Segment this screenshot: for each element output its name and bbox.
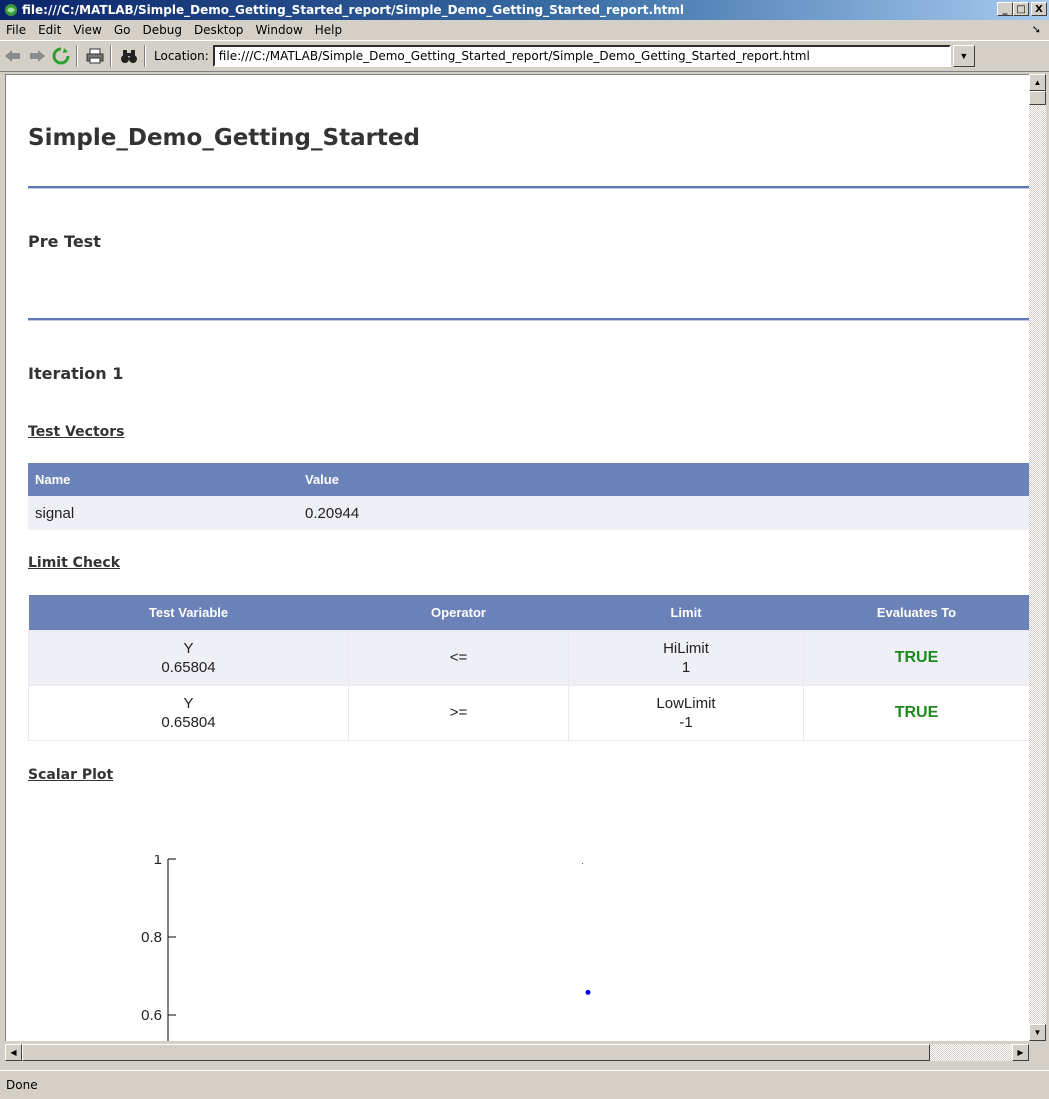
maximize-button[interactable]: □ [1013, 2, 1029, 16]
location-dropdown-button[interactable]: ▼ [952, 45, 975, 67]
menu-go[interactable]: Go [108, 23, 137, 37]
back-button[interactable] [2, 45, 24, 67]
browser-app-icon [3, 2, 19, 18]
operator-cell: >= [348, 684, 569, 741]
forward-arrow-icon [30, 50, 45, 62]
dock-arrow-icon[interactable]: ➘ [1032, 23, 1041, 36]
column-header-operator: Operator [348, 595, 569, 630]
limit-value: 1 [681, 658, 691, 676]
limit-name: HiLimit [663, 639, 709, 657]
status-bar: Done [0, 1070, 1049, 1099]
table-cell: LowLimit -1 [568, 684, 804, 741]
result-cell: TRUE [803, 684, 1029, 741]
table-header-row: Test Variable Operator Limit Evaluates T… [28, 595, 1029, 630]
limit-value: -1 [679, 713, 693, 731]
horizontal-scrollbar[interactable]: ◀ ▶ [5, 1044, 1029, 1061]
menu-edit[interactable]: Edit [32, 23, 67, 37]
test-variable-value: 0.65804 [161, 713, 216, 731]
test-variable-name: Y [183, 694, 194, 712]
location-label: Location: [154, 49, 209, 63]
y-tick-label: 0.6 [141, 1007, 162, 1024]
scroll-down-button[interactable]: ▼ [1029, 1024, 1046, 1041]
toolbar: Location: file:///C:/MATLAB/Simple_Demo_… [0, 40, 1049, 72]
scrollbar-thumb[interactable] [1029, 91, 1046, 105]
y-tick-label: 1 [154, 855, 162, 868]
vertical-scrollbar[interactable]: ▲ ▼ [1029, 74, 1046, 1041]
table-cell: HiLimit 1 [568, 629, 804, 686]
column-header-value: Value [298, 463, 1029, 496]
iteration-heading: Iteration 1 [28, 364, 124, 383]
window-controls: _ □ X [997, 2, 1047, 16]
scroll-down-icon: ▼ [1033, 1028, 1042, 1037]
scrollbar-thumb[interactable] [22, 1044, 930, 1061]
page-title: Simple_Demo_Getting_Started [28, 125, 420, 151]
forward-button[interactable] [26, 45, 48, 67]
back-arrow-icon [5, 50, 20, 62]
y-tick-label: 0.8 [141, 929, 162, 946]
table-header-row: Name Value [28, 463, 1029, 496]
minimize-button[interactable]: _ [997, 2, 1013, 16]
scroll-right-button[interactable]: ▶ [1012, 1044, 1029, 1061]
column-header-test-variable: Test Variable [28, 595, 349, 630]
table-row: Y 0.65804 >= LowLimit -1 TRUE [28, 684, 1029, 741]
result-cell: TRUE [803, 629, 1029, 686]
menu-desktop[interactable]: Desktop [188, 23, 250, 37]
section-divider [28, 186, 1029, 189]
table-row: Y 0.65804 <= HiLimit 1 TRUE [28, 629, 1029, 686]
scroll-up-button[interactable]: ▲ [1029, 74, 1046, 91]
test-variable-name: Y [183, 639, 194, 657]
test-variable-value: 0.65804 [161, 658, 216, 676]
data-point-group [585, 989, 591, 995]
menu-bar: File Edit View Go Debug Desktop Window H… [0, 20, 1049, 39]
location-field[interactable]: file:///C:/MATLAB/Simple_Demo_Getting_St… [212, 45, 951, 67]
limit-check-heading: Limit Check [28, 555, 121, 571]
scalar-plot-heading: Scalar Plot [28, 767, 114, 783]
menu-help[interactable]: Help [309, 23, 348, 37]
menu-view[interactable]: View [67, 23, 107, 37]
test-vectors-heading: Test Vectors [28, 424, 125, 440]
limit-check-table: Test Variable Operator Limit Evaluates T… [28, 595, 1029, 741]
close-button[interactable]: X [1031, 2, 1047, 16]
table-cell: Y 0.65804 [28, 684, 349, 741]
pre-test-heading: Pre Test [28, 232, 101, 251]
operator-cell: <= [348, 629, 569, 686]
column-header-evaluates-to: Evaluates To [803, 595, 1029, 630]
scroll-left-button[interactable]: ◀ [5, 1044, 22, 1061]
plot-marker-upper [582, 863, 583, 864]
toolbar-separator [76, 45, 78, 67]
title-bar: file:///C:/MATLAB/Simple_Demo_Getting_St… [0, 0, 1049, 20]
print-button[interactable] [84, 45, 106, 67]
window-title: file:///C:/MATLAB/Simple_Demo_Getting_St… [22, 3, 684, 17]
column-header-name: Name [28, 463, 298, 496]
limit-name: LowLimit [656, 694, 716, 712]
scroll-left-icon: ◀ [10, 1048, 17, 1057]
table-cell: 0.20944 [298, 496, 1029, 530]
table-cell: Y 0.65804 [28, 629, 349, 686]
toolbar-separator [144, 45, 146, 67]
status-text: Done [6, 1078, 38, 1092]
section-divider [28, 318, 1029, 321]
table-row: signal 0.20944 [28, 496, 1029, 530]
menu-debug[interactable]: Debug [136, 23, 187, 37]
refresh-icon [52, 47, 70, 65]
scalar-plot: 1 0.8 0.6 [141, 855, 591, 1041]
printer-icon [86, 48, 104, 64]
binoculars-icon [121, 50, 137, 63]
find-button[interactable] [118, 45, 140, 67]
report-viewport[interactable]: Simple_Demo_Getting_Started Pre Test Ite… [5, 74, 1029, 1041]
toolbar-separator [110, 45, 112, 67]
scroll-up-icon: ▲ [1033, 78, 1042, 87]
menu-window[interactable]: Window [249, 23, 308, 37]
refresh-button[interactable] [50, 45, 72, 67]
scroll-right-icon: ▶ [1017, 1048, 1024, 1057]
test-vectors-table: Name Value signal 0.20944 [28, 463, 1029, 530]
menu-file[interactable]: File [0, 23, 32, 37]
table-cell: signal [28, 496, 298, 530]
column-header-limit: Limit [568, 595, 804, 630]
data-point [585, 989, 591, 995]
chevron-down-icon: ▼ [959, 51, 969, 61]
